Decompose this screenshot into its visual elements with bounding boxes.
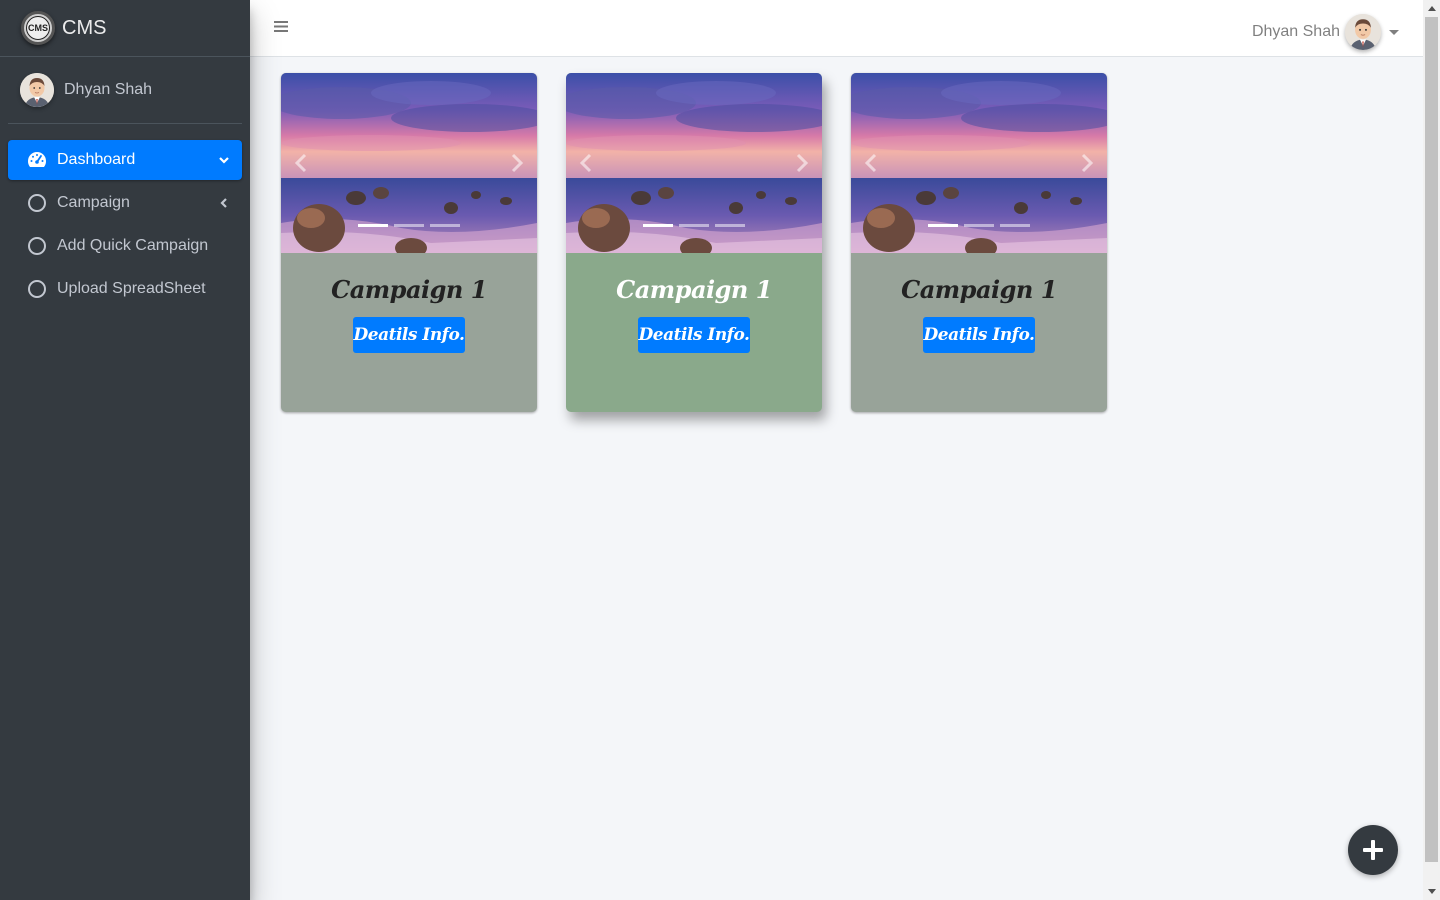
- brand-logo-text: CMS: [26, 16, 50, 40]
- carousel-indicator[interactable]: [715, 224, 745, 227]
- carousel-indicators: [928, 224, 1030, 227]
- carousel-indicator[interactable]: [430, 224, 460, 227]
- brand-link[interactable]: CMS CMS: [0, 0, 250, 57]
- hamburger-icon[interactable]: [273, 17, 289, 40]
- carousel-indicator[interactable]: [643, 224, 673, 227]
- sidebar-item-label: Dashboard: [57, 151, 136, 168]
- campaign-title: Campaign 1: [901, 275, 1057, 304]
- carousel-prev-icon[interactable]: [576, 153, 596, 173]
- carousel-indicator[interactable]: [1000, 224, 1030, 227]
- sidebar-item-add-quick-campaign[interactable]: Add Quick Campaign: [8, 226, 242, 266]
- tachometer-icon: [26, 149, 48, 171]
- carousel-next-icon[interactable]: [507, 153, 527, 173]
- campaign-carousel: [566, 73, 822, 253]
- avatar: [20, 73, 54, 107]
- sidebar-item-label: Add Quick Campaign: [57, 237, 209, 254]
- chevron-left-icon: [218, 197, 230, 209]
- user-menu-toggle[interactable]: Dhyan Shah: [1252, 14, 1399, 50]
- carousel-indicator[interactable]: [928, 224, 958, 227]
- add-fab-button[interactable]: [1348, 825, 1398, 875]
- campaign-carousel: [281, 73, 537, 253]
- campaign-card[interactable]: Campaign 1 Deatils Info.: [566, 73, 822, 412]
- sidebar-item-label: Upload SpreadSheet: [57, 280, 206, 297]
- carousel-indicator[interactable]: [394, 224, 424, 227]
- carousel-next-icon[interactable]: [792, 153, 812, 173]
- topbar-user-name: Dhyan Shah: [1251, 23, 1340, 40]
- campaign-title: Campaign 1: [616, 275, 772, 304]
- carousel-indicators: [358, 224, 460, 227]
- topbar: Dhyan Shah: [250, 0, 1423, 57]
- chevron-down-icon: [218, 154, 230, 166]
- carousel-next-icon[interactable]: [1077, 153, 1097, 173]
- sidebar-item-label: Campaign: [57, 194, 130, 211]
- details-info-button[interactable]: Deatils Info.: [923, 317, 1035, 353]
- carousel-indicator[interactable]: [679, 224, 709, 227]
- page-scrollbar[interactable]: [1423, 0, 1440, 900]
- sidebar: CMS CMS Dhyan Shah Dashboard Campaign Ad…: [0, 0, 250, 900]
- details-info-button[interactable]: Deatils Info.: [353, 317, 465, 353]
- brand-logo: CMS: [21, 11, 55, 45]
- sidebar-item-dashboard[interactable]: Dashboard: [8, 140, 242, 180]
- campaign-title: Campaign 1: [331, 275, 487, 304]
- sidebar-user-name: Dhyan Shah: [64, 81, 153, 98]
- carousel-indicator[interactable]: [964, 224, 994, 227]
- scrollbar-thumb[interactable]: [1425, 17, 1438, 862]
- circle-icon: [26, 278, 48, 300]
- details-info-button[interactable]: Deatils Info.: [638, 317, 750, 353]
- scroll-down-arrow-icon[interactable]: [1423, 883, 1440, 900]
- carousel-prev-icon[interactable]: [861, 153, 881, 173]
- campaign-carousel: [851, 73, 1107, 253]
- circle-icon: [26, 235, 48, 257]
- main-content: Campaign 1 Deatils Info. Campaign 1 Deat…: [250, 57, 1423, 900]
- brand-name: CMS: [62, 16, 107, 39]
- sidebar-item-upload-spreadsheet[interactable]: Upload SpreadSheet: [8, 269, 242, 309]
- carousel-indicator[interactable]: [358, 224, 388, 227]
- circle-icon: [26, 192, 48, 214]
- campaign-card[interactable]: Campaign 1 Deatils Info.: [851, 73, 1107, 412]
- carousel-prev-icon[interactable]: [291, 153, 311, 173]
- scroll-up-arrow-icon[interactable]: [1423, 0, 1440, 17]
- avatar: [1345, 14, 1381, 50]
- user-panel[interactable]: Dhyan Shah: [8, 57, 242, 124]
- plus-icon: [1362, 839, 1384, 861]
- sidebar-nav: Dashboard Campaign Add Quick Campaign Up…: [0, 140, 250, 309]
- campaign-card[interactable]: Campaign 1 Deatils Info.: [281, 73, 537, 412]
- sidebar-item-campaign[interactable]: Campaign: [8, 183, 242, 223]
- carousel-indicators: [643, 224, 745, 227]
- caret-down-icon: [1389, 29, 1399, 35]
